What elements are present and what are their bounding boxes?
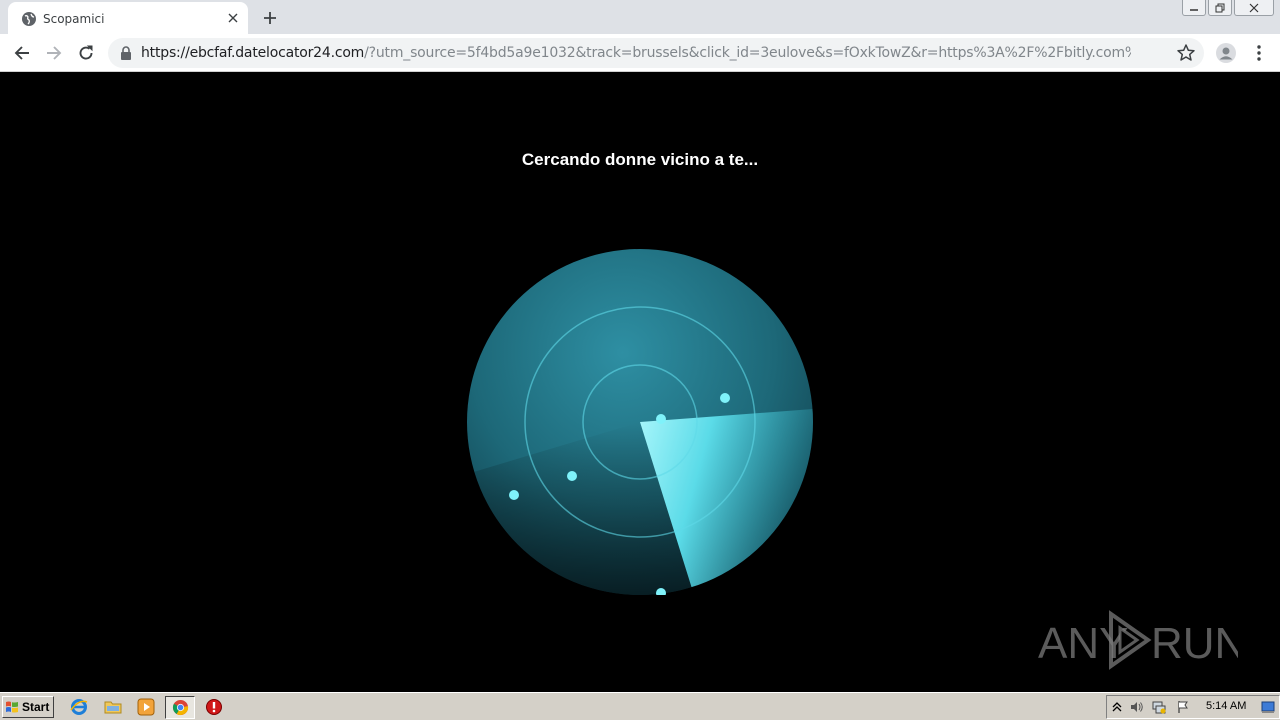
chrome-icon [172,699,189,716]
browser-titlebar: Scopamici [0,0,1280,34]
minimize-icon[interactable] [1182,0,1206,16]
windows-flag-icon [6,701,18,713]
start-label: Start [22,700,50,714]
system-tray: 5:14 AM [1106,695,1280,719]
radar-blip [509,490,519,500]
internet-explorer-icon[interactable] [70,698,88,716]
reload-icon[interactable] [72,39,100,67]
globe-icon [22,12,36,26]
url-host: https://ebcfaf.datelocator24.com [141,45,365,61]
menu-dots-icon[interactable] [1245,39,1273,67]
profile-icon[interactable] [1212,39,1240,67]
flag-icon[interactable] [1176,700,1190,714]
radar-blip [720,393,730,403]
media-player-icon[interactable] [137,698,155,716]
star-icon[interactable] [1176,43,1196,63]
lock-icon[interactable] [120,46,132,60]
chrome-task-button[interactable] [165,696,195,719]
window-close-icon[interactable] [1234,0,1274,16]
radar-blip [567,471,577,481]
page-content: Cercando donne vicino a te... ANY RUN [0,72,1280,692]
security-icon[interactable] [205,698,223,716]
watermark-right: RUN [1151,619,1238,668]
network-icon[interactable] [1152,700,1166,714]
start-button[interactable]: Start [2,696,54,718]
forward-arrow-icon[interactable] [40,39,68,67]
show-desktop-icon[interactable] [1261,700,1275,714]
page-title: Cercando donne vicino a te... [521,150,759,169]
chevron-up-icon[interactable] [1110,700,1124,714]
browser-toolbar: https://ebcfaf.datelocator24.com/?utm_so… [0,34,1280,72]
url-text[interactable]: https://ebcfaf.datelocator24.com/?utm_so… [141,45,1131,61]
anyrun-watermark: ANY RUN [1038,610,1238,670]
folder-icon[interactable] [104,698,122,716]
back-arrow-icon[interactable] [8,39,36,67]
clock: 5:14 AM [1206,700,1247,712]
volume-icon[interactable] [1130,700,1144,714]
plus-icon[interactable] [258,6,282,30]
browser-tab[interactable]: Scopamici [8,2,248,34]
watermark-left: ANY [1038,619,1128,668]
url-path: /?utm_source=5f4bd5a9e1032&track=brussel… [364,45,1131,61]
address-bar[interactable]: https://ebcfaf.datelocator24.com/?utm_so… [108,38,1204,68]
close-icon[interactable] [224,9,242,27]
window-controls [1180,0,1274,18]
radar-animation [467,249,813,595]
taskbar: Start 5:14 AM [0,692,1280,720]
tab-title: Scopamici [43,12,105,26]
restore-icon[interactable] [1208,0,1232,16]
radar-blip [656,414,666,424]
